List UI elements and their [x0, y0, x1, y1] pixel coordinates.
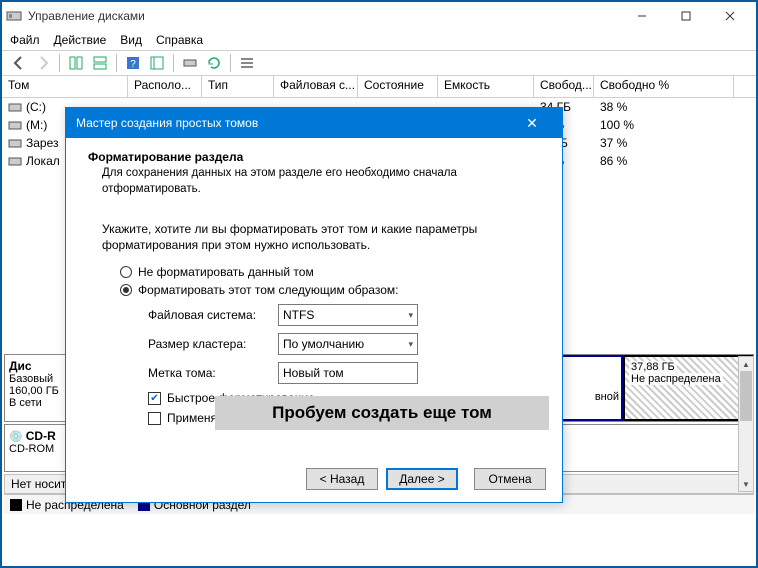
- help-icon[interactable]: ?: [122, 52, 144, 74]
- toolbar-refresh-icon[interactable]: [203, 52, 225, 74]
- col-type[interactable]: Тип: [202, 76, 274, 97]
- disk-mgmt-icon: [6, 8, 22, 24]
- dialog-close-button[interactable]: ✕: [512, 115, 552, 132]
- col-free[interactable]: Свобод...: [534, 76, 594, 97]
- dialog-title: Мастер создания простых томов: [76, 116, 512, 130]
- back-button[interactable]: [8, 52, 30, 74]
- forward-button[interactable]: [32, 52, 54, 74]
- dialog-heading: Форматирование раздела: [88, 150, 540, 164]
- volume-label-label: Метка тома:: [148, 366, 278, 380]
- menu-help[interactable]: Справка: [156, 33, 203, 47]
- volume-grid-header: Том Располо... Тип Файловая с... Состоян…: [2, 76, 756, 98]
- close-button[interactable]: [708, 2, 752, 30]
- toolbar-disk-icon[interactable]: [179, 52, 201, 74]
- checkbox-icon: ✔: [148, 392, 161, 405]
- chevron-down-icon: ▾: [408, 339, 413, 350]
- checkbox-icon: [148, 412, 161, 425]
- wizard-dialog: Мастер создания простых томов ✕ Форматир…: [65, 107, 563, 503]
- radio-icon: [120, 266, 132, 278]
- svg-text:?: ?: [130, 59, 136, 70]
- menu-file[interactable]: Файл: [10, 33, 40, 47]
- back-button[interactable]: < Назад: [306, 468, 378, 490]
- toolbar-view1-icon[interactable]: [65, 52, 87, 74]
- filesystem-label: Файловая система:: [148, 308, 278, 322]
- toolbar-list-icon[interactable]: [236, 52, 258, 74]
- toolbar-settings-icon[interactable]: [146, 52, 168, 74]
- window-title: Управление дисками: [28, 9, 620, 23]
- scroll-down-icon[interactable]: ▼: [739, 477, 753, 491]
- toolbar-view2-icon[interactable]: [89, 52, 111, 74]
- cdrom-icon: 💿: [9, 431, 23, 443]
- maximize-button[interactable]: [664, 2, 708, 30]
- chevron-down-icon: ▾: [408, 310, 413, 321]
- dialog-instructions: Укажите, хотите ли вы форматировать этот…: [102, 221, 540, 253]
- minimize-button[interactable]: [620, 2, 664, 30]
- radio-noformat[interactable]: Не форматировать данный том: [120, 265, 540, 279]
- col-freepct[interactable]: Свободно %: [594, 76, 734, 97]
- col-volume[interactable]: Том: [2, 76, 128, 97]
- annotation-overlay: Пробуем создать еще том: [215, 396, 549, 430]
- volume-label-input[interactable]: Новый том: [278, 362, 418, 384]
- dialog-titlebar: Мастер создания простых томов ✕: [66, 108, 562, 138]
- volume-icon: [8, 101, 22, 113]
- partition-unallocated[interactable]: 37,88 ГБ Не распределена: [623, 355, 753, 421]
- next-button[interactable]: Далее >: [386, 468, 458, 490]
- filesystem-select[interactable]: NTFS ▾: [278, 304, 418, 326]
- legend-unalloc-swatch: [10, 499, 22, 511]
- vertical-scrollbar[interactable]: ▲ ▼: [738, 356, 754, 492]
- menu-view[interactable]: Вид: [120, 33, 142, 47]
- radio-format[interactable]: Форматировать этот том следующим образом…: [120, 283, 540, 297]
- dialog-subheading: Для сохранения данных на этом разделе ег…: [102, 166, 540, 197]
- radio-icon: [120, 284, 132, 296]
- scroll-up-icon[interactable]: ▲: [739, 357, 753, 371]
- scroll-thumb[interactable]: [740, 371, 752, 421]
- col-status[interactable]: Состояние: [358, 76, 438, 97]
- col-fs[interactable]: Файловая с...: [274, 76, 358, 97]
- menubar: Файл Действие Вид Справка: [2, 30, 756, 50]
- window-titlebar: Управление дисками: [2, 2, 756, 30]
- col-layout[interactable]: Располо...: [128, 76, 202, 97]
- col-capacity[interactable]: Емкость: [438, 76, 534, 97]
- toolbar: ?: [2, 50, 756, 76]
- cluster-select[interactable]: По умолчанию ▾: [278, 333, 418, 355]
- volume-icon: [8, 137, 22, 149]
- menu-action[interactable]: Действие: [54, 33, 107, 47]
- cluster-label: Размер кластера:: [148, 337, 278, 351]
- volume-icon: [8, 119, 22, 131]
- cancel-button[interactable]: Отмена: [474, 468, 546, 490]
- volume-icon: [8, 155, 22, 167]
